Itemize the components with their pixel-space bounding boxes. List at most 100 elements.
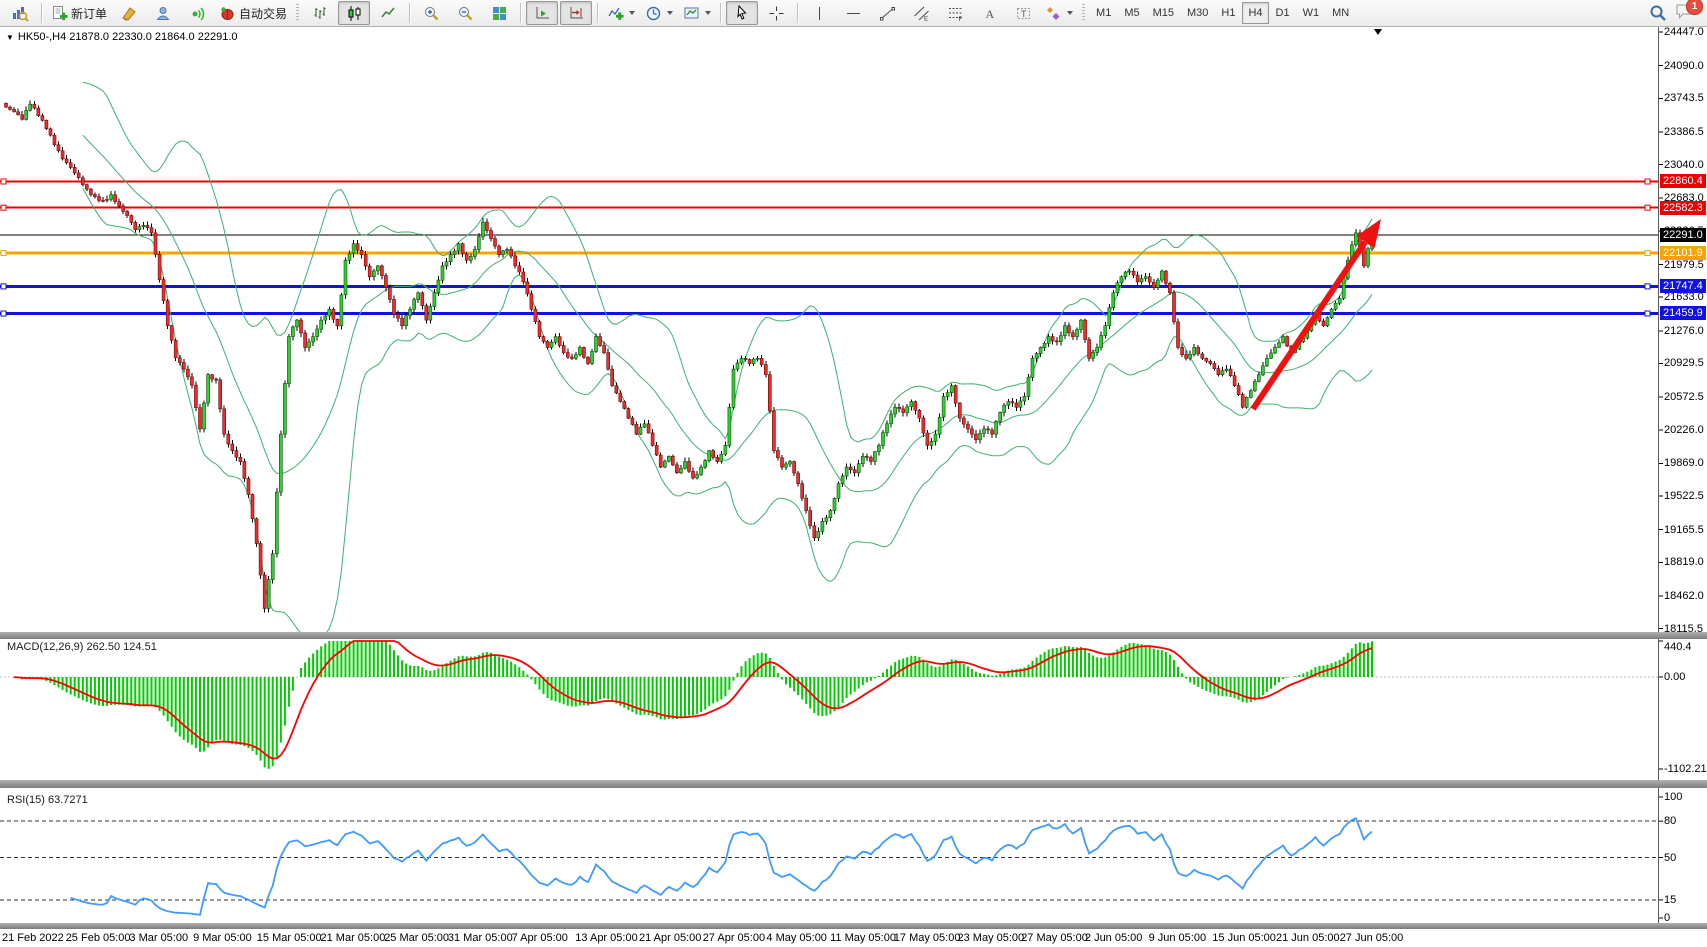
- price-tick: 23743.5: [1664, 91, 1704, 105]
- timeframe-m30[interactable]: M30: [1181, 2, 1214, 24]
- zoom-out-icon: [457, 5, 474, 22]
- styler-button[interactable]: [113, 1, 145, 25]
- price-tick: 19165.5: [1664, 523, 1704, 537]
- experts-button[interactable]: [147, 1, 179, 25]
- timeframe-d1[interactable]: D1: [1270, 2, 1296, 24]
- price-tick: 19869.0: [1664, 456, 1704, 470]
- toolbar-grip[interactable]: [296, 4, 299, 22]
- chart-shift-button[interactable]: [560, 1, 592, 25]
- equidistant-channel-button[interactable]: E: [905, 1, 937, 25]
- date-tick: 23 May 05:00: [958, 932, 1025, 944]
- cursor-button[interactable]: [726, 1, 758, 25]
- svg-text:A: A: [985, 7, 994, 21]
- crosshair-icon: [768, 5, 785, 22]
- rsi-tick: 15: [1664, 893, 1676, 907]
- timeframe-h4[interactable]: H4: [1242, 2, 1268, 24]
- search-icon[interactable]: [1649, 4, 1667, 22]
- vertical-line-button[interactable]: [803, 1, 835, 25]
- date-tick: 3 Mar 05:00: [129, 932, 188, 944]
- fibonacci-button[interactable]: F: [939, 1, 971, 25]
- timeframe-group: M1M5M15M30H1H4D1W1MN: [1090, 2, 1355, 24]
- chevron-down-icon: [1067, 11, 1073, 15]
- timeframe-m15[interactable]: M15: [1147, 2, 1180, 24]
- templates-button[interactable]: [679, 1, 715, 25]
- timeframe-m1[interactable]: M1: [1090, 2, 1117, 24]
- bar-chart-button[interactable]: [304, 1, 336, 25]
- price-tick: 18819.0: [1664, 555, 1704, 569]
- text-icon: A: [981, 5, 998, 22]
- new-order-button[interactable]: 新订单: [47, 1, 111, 25]
- auto-trading-icon: [219, 5, 236, 22]
- crosshair-button[interactable]: [760, 1, 792, 25]
- chevron-down-icon: [629, 11, 635, 15]
- price-line-label: 21747.4: [1660, 279, 1706, 293]
- notification-badge: 1: [1686, 0, 1703, 15]
- indicators-icon: [607, 5, 624, 22]
- indicators-button[interactable]: [603, 1, 639, 25]
- text-button[interactable]: A: [973, 1, 1005, 25]
- collapse-triangle-icon[interactable]: ▼: [6, 33, 14, 42]
- chart-canvas[interactable]: [0, 0, 1707, 947]
- signals-button[interactable]: [181, 1, 213, 25]
- trendline-button[interactable]: [871, 1, 903, 25]
- fibonacci-icon: F: [947, 5, 964, 22]
- panel-divider[interactable]: [0, 632, 1707, 639]
- panel-divider[interactable]: [0, 923, 1707, 929]
- auto-scroll-icon: [534, 5, 551, 22]
- signals-icon: [189, 5, 206, 22]
- arrows-button[interactable]: [1041, 1, 1077, 25]
- rsi-tick: 100: [1664, 790, 1682, 804]
- new-order-icon: [51, 5, 68, 22]
- bar-chart-icon: [312, 5, 329, 22]
- zoom-out-button[interactable]: [449, 1, 481, 25]
- svg-text:E: E: [924, 16, 928, 22]
- price-tick: 19522.5: [1664, 489, 1704, 503]
- date-tick: 7 Apr 05:00: [512, 932, 568, 944]
- separator: [41, 3, 42, 23]
- timeframe-m5[interactable]: M5: [1118, 2, 1145, 24]
- zoom-in-button[interactable]: [415, 1, 447, 25]
- date-tick: 11 May 05:00: [830, 932, 896, 944]
- price-tick: 21276.0: [1664, 324, 1704, 338]
- auto-trading-label: 自动交易: [239, 5, 287, 22]
- date-tick: 25 Feb 05:00: [66, 932, 131, 944]
- date-tick: 27 Jun 05:00: [1340, 932, 1404, 944]
- tile-windows-icon: [491, 5, 508, 22]
- chat-button[interactable]: 1: [1675, 2, 1695, 25]
- text-label-button[interactable]: T: [1007, 1, 1039, 25]
- separator: [409, 3, 410, 23]
- zoom-in-icon: [423, 5, 440, 22]
- timeframe-w1[interactable]: W1: [1297, 2, 1326, 24]
- tile-windows-button[interactable]: [483, 1, 515, 25]
- date-tick: 2 Jun 05:00: [1085, 932, 1143, 944]
- price-line-label: 21459.9: [1660, 306, 1706, 320]
- horizontal-line-button[interactable]: [837, 1, 869, 25]
- date-tick: 9 Jun 05:00: [1149, 932, 1207, 944]
- date-tick: 21 Feb 2022: [2, 932, 64, 944]
- date-tick: 31 Mar 05:00: [448, 932, 513, 944]
- market-watch-button[interactable]: [4, 1, 36, 25]
- date-tick: 9 Mar 05:00: [193, 932, 252, 944]
- timeframe-h1[interactable]: H1: [1215, 2, 1241, 24]
- auto-trading-button[interactable]: 自动交易: [215, 1, 291, 25]
- trendline-icon: [879, 5, 896, 22]
- price-line-label: 22101.9: [1660, 246, 1706, 260]
- line-chart-button[interactable]: [372, 1, 404, 25]
- date-tick: 21 Jun 05:00: [1276, 932, 1340, 944]
- price-tick: 24447.0: [1664, 25, 1704, 39]
- arrows-icon: [1045, 5, 1062, 22]
- periods-button[interactable]: [641, 1, 677, 25]
- date-tick: 15 Jun 05:00: [1212, 932, 1276, 944]
- date-tick: 21 Apr 05:00: [639, 932, 701, 944]
- auto-scroll-button[interactable]: [526, 1, 558, 25]
- toolbar-grip[interactable]: [1082, 4, 1085, 22]
- price-axis-line: [1658, 27, 1659, 929]
- price-tick: 23040.0: [1664, 158, 1704, 172]
- candlestick-chart-button[interactable]: [338, 1, 370, 25]
- price-tick: 18462.0: [1664, 589, 1704, 603]
- panel-divider[interactable]: [0, 780, 1707, 788]
- svg-text:F: F: [958, 17, 962, 22]
- chevron-down-icon: [705, 11, 711, 15]
- periods-clock-icon: [645, 5, 662, 22]
- timeframe-mn[interactable]: MN: [1326, 2, 1355, 24]
